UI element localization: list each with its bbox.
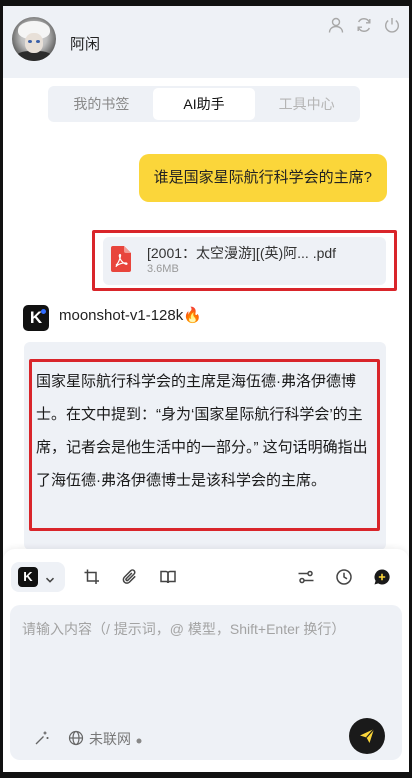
attachment-icon[interactable] (121, 568, 139, 586)
book-icon[interactable] (159, 568, 177, 586)
window-frame-left (0, 0, 3, 778)
network-status-label: 未联网 (89, 731, 131, 747)
bot-model-name: moonshot-v1-128k🔥 (59, 306, 202, 324)
header: 阿闲 (3, 6, 409, 78)
highlight-box-file (92, 230, 397, 291)
tab-ai-assistant[interactable]: AI助手 (152, 88, 256, 120)
tab-bar: 我的书签 AI助手 工具中心 (48, 86, 360, 122)
user-icon[interactable] (327, 16, 345, 34)
message-input[interactable] (22, 617, 392, 697)
model-label: moonshot-v1-128k (59, 307, 184, 324)
model-selector[interactable]: K (11, 562, 65, 592)
message-input-box: 未联网 (10, 605, 402, 760)
user-question-bubble: 谁是国家星际航行科学会的主席? (138, 154, 387, 202)
avatar[interactable] (12, 17, 56, 61)
tab-bookmarks[interactable]: 我的书签 (50, 88, 153, 120)
crop-icon[interactable] (83, 568, 101, 586)
send-icon (358, 727, 376, 750)
refresh-icon[interactable] (355, 16, 373, 34)
power-icon[interactable] (383, 16, 401, 34)
tab-tool-center[interactable]: 工具中心 (255, 88, 358, 120)
bot-logo: K (23, 305, 49, 331)
fire-icon: 🔥 (183, 307, 202, 324)
composer-panel: K 请输入内容（/ 提示词，@ 模型，Shift+Enter 换行） 未联网 (3, 549, 409, 772)
model-logo: K (18, 567, 38, 587)
username: 阿闲 (70, 36, 101, 53)
new-chat-icon[interactable] (373, 568, 391, 586)
window-frame-bottom (0, 772, 412, 778)
settings-sliders-icon[interactable] (297, 568, 315, 586)
globe-icon (68, 730, 84, 749)
status-dot-icon (136, 731, 142, 747)
header-actions (327, 16, 401, 34)
magic-wand-icon[interactable] (34, 730, 50, 751)
send-button[interactable] (349, 718, 385, 754)
network-toggle[interactable]: 未联网 (68, 729, 142, 749)
history-clock-icon[interactable] (335, 568, 353, 586)
highlight-box-answer (29, 359, 380, 531)
chevron-down-icon (45, 572, 55, 583)
